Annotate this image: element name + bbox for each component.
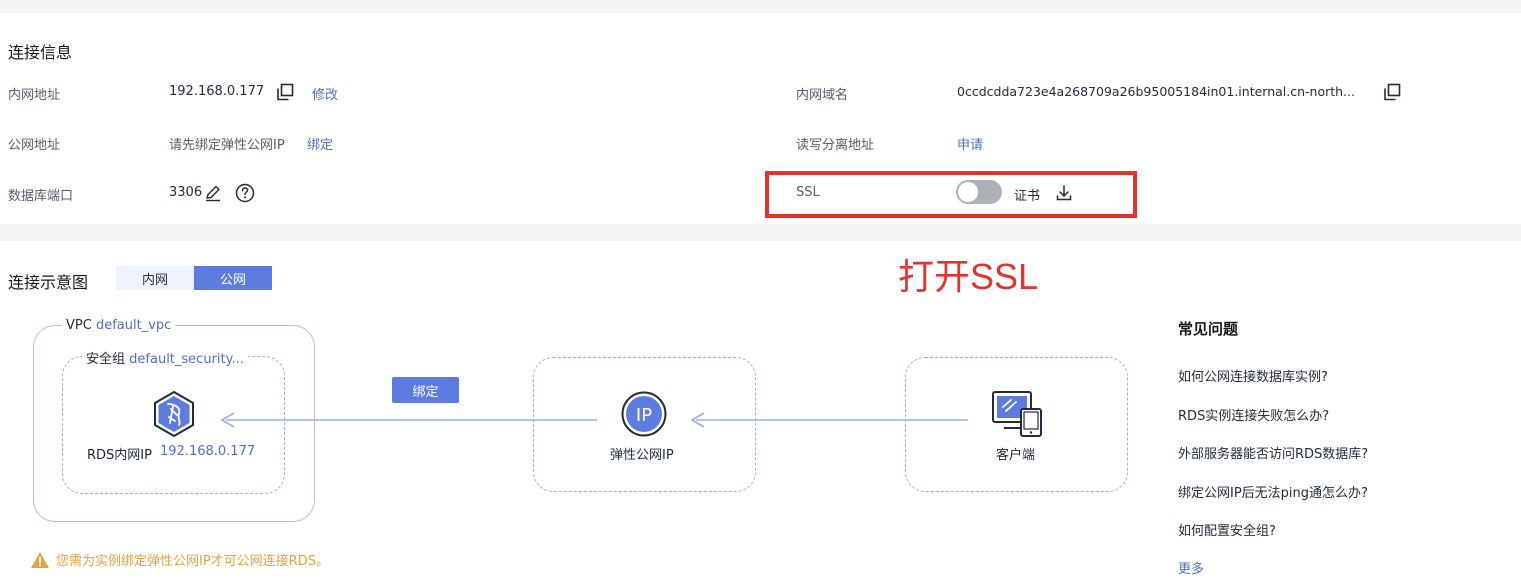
vpc-name-link[interactable]: default_vpc	[96, 318, 171, 333]
connection-arrows	[220, 412, 968, 428]
rds-ip-value: 192.168.0.177	[160, 444, 256, 459]
edit-private-ip-link[interactable]: 修改	[312, 84, 338, 103]
connection-info-title: 连接信息	[8, 43, 73, 62]
ssl-highlight-box	[765, 171, 1137, 218]
db-port-label: 数据库端口	[8, 189, 74, 204]
tab-public-network[interactable]: 公网	[194, 266, 272, 290]
warning-icon	[31, 551, 49, 568]
help-icon[interactable]	[235, 183, 255, 203]
public-ip-value: 请先绑定弹性公网IP	[169, 138, 285, 153]
faq-item-external-server[interactable]: 外部服务器能否访问RDS数据库?	[1178, 443, 1368, 462]
vpc-title: VPC default_vpc	[62, 318, 176, 333]
private-ip-label: 内网地址	[8, 88, 61, 103]
db-port-value: 3306	[169, 185, 203, 200]
faq-item-ping-fail[interactable]: 绑定公网IP后无法ping通怎么办?	[1178, 482, 1368, 501]
open-ssl-annotation: 打开SSL	[898, 256, 1039, 297]
eip-icon-text: IP	[636, 405, 652, 426]
diagram-title: 连接示意图	[8, 273, 89, 292]
copy-domain-icon[interactable]	[1383, 83, 1401, 101]
client-devices-icon	[992, 391, 1042, 437]
rds-ip-label: RDS内网IP	[87, 448, 152, 463]
tab-private-network[interactable]: 内网	[116, 266, 194, 290]
client-label: 客户端	[996, 448, 1036, 463]
security-group-title: 安全组 default_security...	[82, 348, 248, 367]
edit-pencil-icon[interactable]	[204, 184, 222, 202]
security-group-label: 安全组	[86, 352, 126, 367]
faq-title: 常见问题	[1178, 320, 1239, 338]
eip-warning: 您需为实例绑定弹性公网IP才可公网连接RDS。	[30, 550, 329, 569]
vpc-label: VPC	[66, 318, 92, 333]
connection-info-panel	[0, 13, 1521, 224]
copy-icon[interactable]	[276, 83, 294, 101]
private-domain-label: 内网域名	[796, 88, 849, 103]
faq-item-connect-fail[interactable]: RDS实例连接失败怎么办?	[1178, 405, 1329, 424]
faq-more-link[interactable]: 更多	[1178, 558, 1204, 577]
rw-split-label: 读写分离地址	[796, 138, 875, 153]
bind-eip-button[interactable]: 绑定	[392, 377, 459, 403]
public-ip-label: 公网地址	[8, 138, 61, 153]
warning-text: 您需为实例绑定弹性公网IP才可公网连接RDS。	[56, 554, 329, 569]
faq-item-security-group[interactable]: 如何配置安全组?	[1178, 520, 1276, 539]
bind-eip-link[interactable]: 绑定	[307, 134, 333, 153]
faq-item-public-connect[interactable]: 如何公网连接数据库实例?	[1178, 366, 1328, 385]
security-group-name-link[interactable]: default_security...	[129, 352, 244, 367]
eip-icon: IP	[621, 391, 667, 437]
apply-rw-split-link[interactable]: 申请	[957, 134, 983, 153]
private-domain-value: 0ccdcdda723e4a268709a26b95005184in01.int…	[957, 84, 1356, 99]
eip-label: 弹性公网IP	[610, 448, 674, 463]
private-ip-value: 192.168.0.177	[169, 84, 265, 99]
